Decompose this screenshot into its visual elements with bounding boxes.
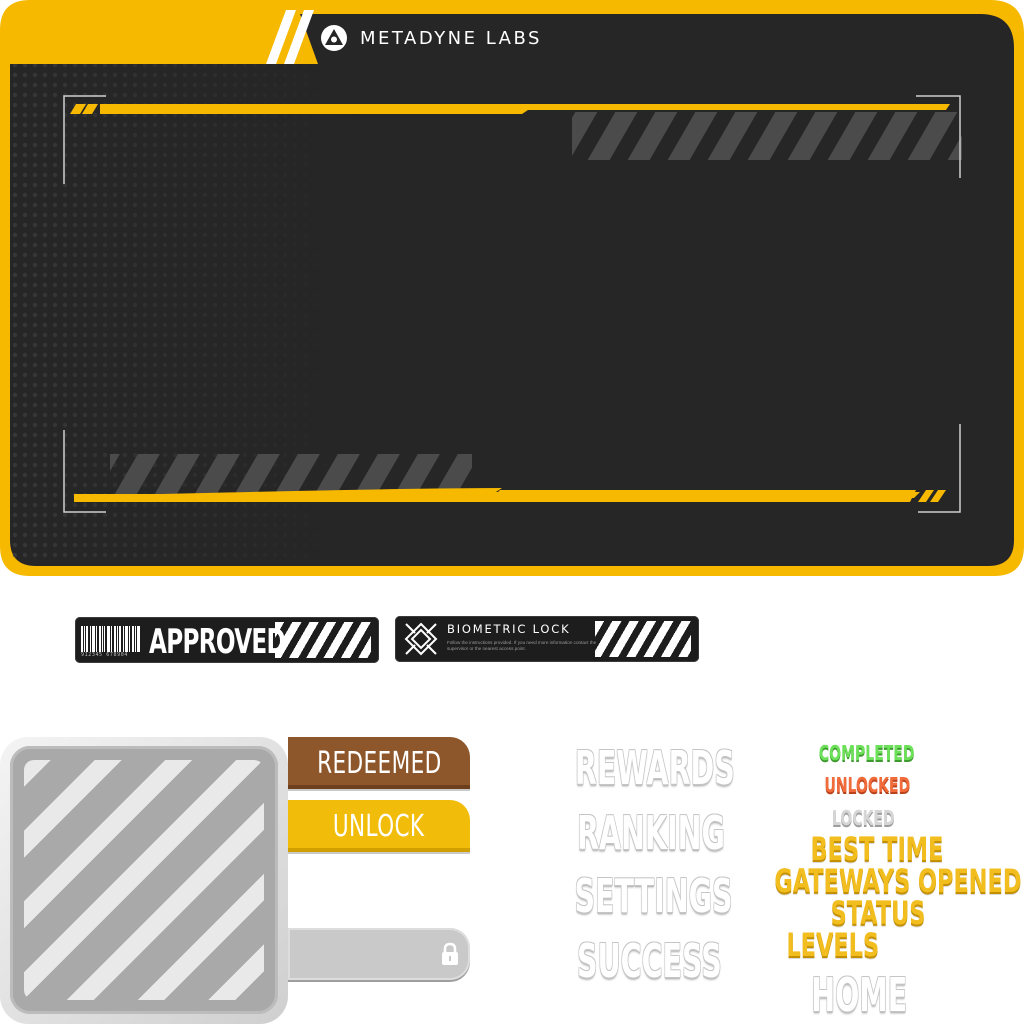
- unlock-label: UNLOCK: [333, 808, 425, 844]
- settings-label: SETTINGS: [574, 869, 733, 923]
- ranking-label: RANKING: [576, 806, 725, 860]
- redeemed-button[interactable]: REDEEMED: [288, 737, 470, 789]
- tri-circle-logo-icon: [321, 25, 347, 51]
- hud-main-panel: METADYNE LABS: [0, 0, 1024, 576]
- brand-name: METADYNE LABS: [360, 27, 542, 49]
- approved-badge: 912345 678904 APPROVED: [75, 617, 379, 663]
- hud-panel-graphic: [0, 0, 1024, 576]
- completed-label: COMPLETED: [818, 741, 915, 765]
- padlock-icon: [442, 942, 458, 965]
- locked-button[interactable]: [288, 928, 470, 980]
- fingerprint-crosshair-icon: [404, 622, 438, 656]
- biometric-title: BIOMETRIC LOCK: [447, 622, 571, 636]
- approved-label: APPROVED: [149, 622, 286, 662]
- levels-label: LEVELS: [786, 926, 880, 964]
- home-label: HOME: [811, 968, 908, 1022]
- item-frame-stripes: [24, 760, 264, 1000]
- warning-stripes: [275, 622, 371, 658]
- unlock-button[interactable]: UNLOCK: [288, 800, 470, 852]
- biometric-lock-badge: BIOMETRIC LOCK Follow the instructions p…: [395, 616, 699, 662]
- barcode-number: 912345 678904: [81, 652, 128, 658]
- redeemed-label: REDEEMED: [316, 745, 442, 781]
- unlocked-label: UNLOCKED: [824, 773, 911, 797]
- warning-stripes: [595, 621, 691, 657]
- rewards-label: REWARDS: [574, 741, 735, 795]
- brand-header: METADYNE LABS: [318, 24, 542, 52]
- locked-label: LOCKED: [832, 806, 895, 830]
- success-label: SUCCESS: [576, 934, 722, 988]
- biometric-description: Follow the instructions provided. If you…: [447, 640, 597, 651]
